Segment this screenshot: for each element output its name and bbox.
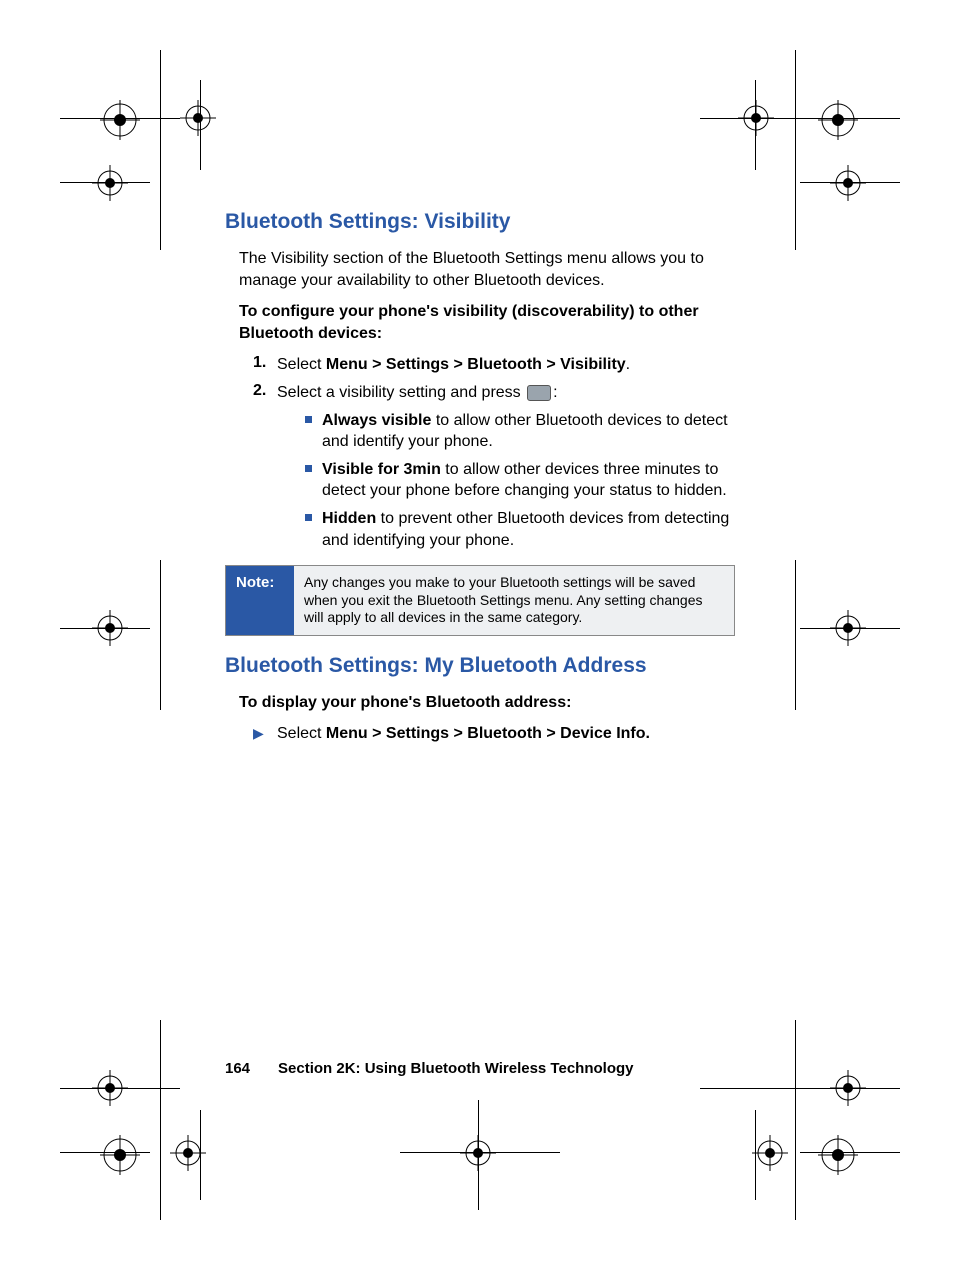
crop-line xyxy=(200,1110,201,1200)
step-post: . xyxy=(626,356,630,373)
option-bold: Visible for 3min xyxy=(322,461,441,478)
arrow-bullet-icon: ▶ xyxy=(253,725,277,742)
crop-line xyxy=(795,560,796,710)
crop-line xyxy=(800,1152,900,1153)
note-box: Note: Any changes you make to your Bluet… xyxy=(225,565,735,636)
note-body: Any changes you make to your Bluetooth s… xyxy=(294,566,734,635)
crop-line xyxy=(700,1088,900,1089)
address-step-text: Select Menu > Settings > Bluetooth > Dev… xyxy=(277,723,735,745)
crop-line xyxy=(200,80,201,170)
registration-mark-icon xyxy=(752,1135,788,1171)
address-step: ▶ Select Menu > Settings > Bluetooth > D… xyxy=(225,723,735,745)
crop-line xyxy=(755,1110,756,1200)
square-bullet-icon xyxy=(305,416,312,423)
option-bold: Hidden xyxy=(322,510,376,527)
option-always-visible: Always visible to allow other Bluetooth … xyxy=(305,410,735,453)
step-1: 1. Select Menu > Settings > Bluetooth > … xyxy=(225,354,735,376)
option-text: Visible for 3min to allow other devices … xyxy=(322,459,735,502)
crop-line xyxy=(60,1152,150,1153)
page-content: Bluetooth Settings: Visibility The Visib… xyxy=(225,210,735,745)
step-text: Select Menu > Settings > Bluetooth > Vis… xyxy=(277,354,735,376)
step-number: 2. xyxy=(253,382,277,400)
registration-mark-icon xyxy=(818,100,858,140)
square-bullet-icon xyxy=(305,514,312,521)
step-pre: Select a visibility setting and press xyxy=(277,384,525,401)
crop-line xyxy=(800,182,900,183)
crop-line xyxy=(478,1100,479,1210)
registration-mark-icon xyxy=(92,165,128,201)
crop-line xyxy=(795,1020,796,1220)
page-footer: 164 Section 2K: Using Bluetooth Wireless … xyxy=(225,1060,634,1077)
config-lead: To configure your phone's visibility (di… xyxy=(225,301,735,344)
step-post: : xyxy=(553,384,557,401)
heading-bt-address: Bluetooth Settings: My Bluetooth Address xyxy=(225,654,735,678)
option-text: Always visible to allow other Bluetooth … xyxy=(322,410,735,453)
option-text: Hidden to prevent other Bluetooth device… xyxy=(322,508,735,551)
registration-mark-icon xyxy=(830,165,866,201)
crop-line xyxy=(795,50,796,250)
crop-line xyxy=(800,628,900,629)
crop-line xyxy=(60,118,180,119)
ok-key-icon xyxy=(527,385,551,401)
crop-line xyxy=(160,560,161,710)
step-number: 1. xyxy=(253,354,277,372)
registration-mark-icon xyxy=(818,1135,858,1175)
step-bold: Menu > Settings > Bluetooth > Visibility xyxy=(326,356,626,373)
crop-line xyxy=(60,1088,180,1089)
option-bold: Always visible xyxy=(322,412,431,429)
crop-line xyxy=(160,50,161,250)
step-pre: Select xyxy=(277,725,326,742)
note-label: Note: xyxy=(226,566,294,635)
option-hidden: Hidden to prevent other Bluetooth device… xyxy=(305,508,735,551)
registration-mark-icon xyxy=(100,1135,140,1175)
address-lead: To display your phone's Bluetooth addres… xyxy=(225,692,735,714)
step-2: 2. Select a visibility setting and press… xyxy=(225,382,735,404)
step-text: Select a visibility setting and press : xyxy=(277,382,735,404)
crop-line xyxy=(60,628,150,629)
step-bold: Menu > Settings > Bluetooth > Device Inf… xyxy=(326,725,650,742)
step-pre: Select xyxy=(277,356,326,373)
visibility-options: Always visible to allow other Bluetooth … xyxy=(225,410,735,552)
section-title: Section 2K: Using Bluetooth Wireless Tec… xyxy=(278,1060,633,1077)
option-rest: to prevent other Bluetooth devices from … xyxy=(322,510,729,549)
crop-line xyxy=(400,1152,560,1153)
crop-line xyxy=(60,182,150,183)
registration-mark-icon xyxy=(180,100,216,136)
crop-line xyxy=(755,80,756,170)
page-number: 164 xyxy=(225,1060,250,1077)
intro-paragraph: The Visibility section of the Bluetooth … xyxy=(225,248,735,291)
heading-visibility: Bluetooth Settings: Visibility xyxy=(225,210,735,234)
crop-line xyxy=(160,1020,161,1220)
registration-mark-icon xyxy=(100,100,140,140)
square-bullet-icon xyxy=(305,465,312,472)
crop-line xyxy=(700,118,900,119)
option-visible-3min: Visible for 3min to allow other devices … xyxy=(305,459,735,502)
